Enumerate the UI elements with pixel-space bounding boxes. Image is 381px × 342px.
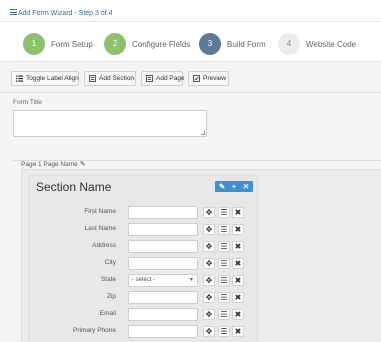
section-toolbar: ✎ + ✕	[215, 181, 253, 192]
field-label: State	[100, 276, 116, 283]
field-label: Zip	[106, 293, 116, 300]
page-name-label: Page 1 Page Name	[21, 161, 78, 168]
add-page-label: Add Page	[156, 75, 185, 82]
state-select-value: - select -	[132, 277, 156, 283]
state-select[interactable]: - select - ▾	[128, 274, 198, 287]
step-label: Build Form	[227, 40, 266, 49]
step-number: 2	[104, 33, 126, 55]
plus-icon[interactable]: +	[228, 181, 240, 192]
list-icon[interactable]: ☰	[218, 224, 230, 235]
close-icon[interactable]: ✖	[232, 258, 244, 269]
builder-canvas: Form Title Page 1 Page Name ✎ Section Nam…	[0, 93, 381, 342]
list-icon	[16, 75, 23, 82]
chevron-down-icon: ▾	[189, 277, 193, 283]
add-page-icon	[146, 75, 153, 82]
move-icon[interactable]: ✥	[203, 309, 215, 320]
step-label: Form Setup	[51, 40, 93, 49]
move-icon[interactable]: ✥	[203, 207, 215, 218]
form-title-label: Form Title	[13, 99, 42, 106]
builder-toolbar: Toggle Label Align Add Section Add Page …	[0, 62, 381, 93]
address-input[interactable]	[128, 240, 198, 253]
add-section-label: Add Section	[99, 75, 135, 82]
email-input[interactable]	[128, 308, 198, 321]
field-row-address: Address ✥ ☰ ✖	[28, 240, 258, 253]
move-icon[interactable]: ✥	[203, 326, 215, 337]
page-name[interactable]: Page 1 Page Name ✎	[21, 160, 86, 168]
wizard-titlebar: Add Form Wizard - Step 3 of 4	[0, 0, 381, 22]
step-label: Website Code	[306, 40, 357, 49]
primary-phone-input[interactable]	[128, 325, 198, 338]
hamburger-icon[interactable]	[10, 9, 17, 15]
city-input[interactable]	[128, 257, 198, 270]
pencil-icon[interactable]: ✎	[216, 181, 228, 192]
toggle-label-align-label: Toggle Label Align	[26, 75, 79, 82]
close-icon[interactable]: ✖	[232, 241, 244, 252]
field-row-first-name: First Name ✥ ☰ ✖	[28, 206, 258, 219]
step-label: Configure Fields	[132, 40, 191, 49]
add-section-button[interactable]: Add Section	[84, 71, 136, 86]
zip-input[interactable]	[128, 291, 198, 304]
wizard-steps: 1 Form Setup 2 Configure Fields 3 Build …	[0, 22, 381, 62]
list-icon[interactable]: ☰	[218, 326, 230, 337]
pencil-icon[interactable]: ✎	[80, 160, 86, 168]
field-row-email: Email ✥ ☰ ✖	[28, 308, 258, 321]
field-label: Address	[92, 242, 116, 249]
section-title: Section Name	[36, 180, 112, 194]
last-name-input[interactable]	[128, 223, 198, 236]
field-row-state: State - select - ▾ ✥ ☰ ✖	[28, 274, 258, 287]
move-icon[interactable]: ✥	[203, 275, 215, 286]
close-icon[interactable]: ✖	[232, 326, 244, 337]
toggle-label-align-button[interactable]: Toggle Label Align	[11, 71, 79, 86]
close-icon[interactable]: ✖	[232, 309, 244, 320]
list-icon[interactable]: ☰	[218, 292, 230, 303]
preview-icon	[193, 75, 200, 82]
close-icon[interactable]: ✖	[232, 207, 244, 218]
field-row-zip: Zip ✥ ☰ ✖	[28, 291, 258, 304]
field-label: Primary Phone	[73, 327, 116, 334]
field-row-last-name: Last Name ✥ ☰ ✖	[28, 223, 258, 236]
list-icon[interactable]: ☰	[218, 207, 230, 218]
close-icon[interactable]: ✖	[232, 275, 244, 286]
move-icon[interactable]: ✥	[203, 292, 215, 303]
form-title-textarea[interactable]	[13, 110, 207, 137]
move-icon[interactable]: ✥	[203, 258, 215, 269]
first-name-input[interactable]	[128, 206, 198, 219]
field-row-primary-phone: Primary Phone ✥ ☰ ✖	[28, 325, 258, 338]
list-icon[interactable]: ☰	[218, 309, 230, 320]
resize-grip-icon[interactable]	[201, 131, 205, 135]
close-icon[interactable]: ✕	[240, 181, 252, 192]
field-label: First Name	[84, 208, 116, 215]
step-number: 1	[23, 33, 45, 55]
move-icon[interactable]: ✥	[203, 241, 215, 252]
preview-button[interactable]: Preview	[188, 71, 229, 86]
field-row-city: City ✥ ☰ ✖	[28, 257, 258, 270]
list-icon[interactable]: ☰	[218, 241, 230, 252]
field-label: City	[104, 259, 116, 266]
move-icon[interactable]: ✥	[203, 224, 215, 235]
step-number: 3	[199, 33, 221, 55]
add-section-icon	[89, 75, 96, 82]
close-icon[interactable]: ✖	[232, 292, 244, 303]
preview-label: Preview	[203, 75, 227, 82]
list-icon[interactable]: ☰	[218, 275, 230, 286]
step-number: 4	[278, 33, 300, 55]
wizard-title: Add Form Wizard - Step 3 of 4	[18, 10, 113, 17]
close-icon[interactable]: ✖	[232, 224, 244, 235]
add-page-button[interactable]: Add Page	[141, 71, 185, 86]
field-label: Email	[99, 310, 116, 317]
list-icon[interactable]: ☰	[218, 258, 230, 269]
field-label: Last Name	[84, 225, 116, 232]
